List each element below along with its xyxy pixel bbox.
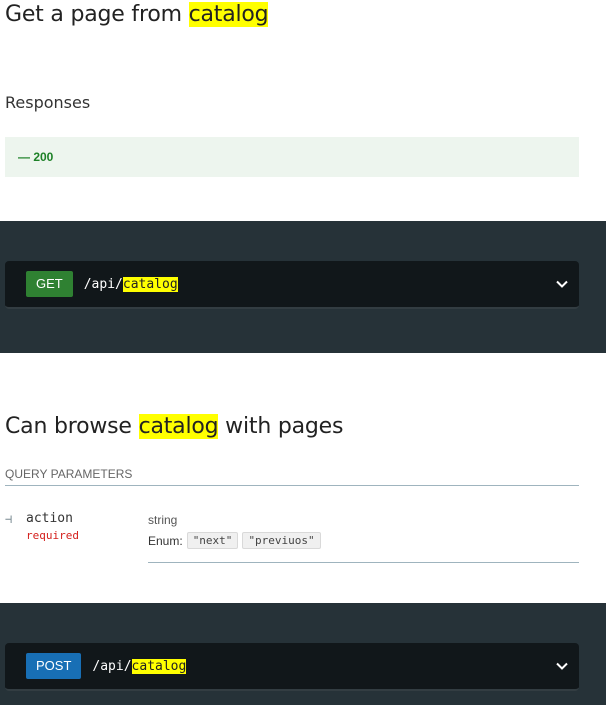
path-highlight: catalog [122, 276, 178, 292]
title-suffix: with pages [218, 414, 344, 439]
endpoint-toggle-get[interactable]: GET /api/catalog [5, 261, 579, 309]
title-highlight: catalog [188, 2, 269, 27]
endpoint-path: /api/catalog [92, 658, 187, 674]
param-detail-cell: string Enum: "next" "previuos" [148, 513, 579, 563]
param-name: action [26, 511, 73, 526]
operation-title-get: Get a page from catalog [5, 2, 269, 27]
tree-branch-icon: ⊣ [5, 512, 13, 526]
param-required-label: required [26, 529, 79, 542]
operation-title-post: Can browse catalog with pages [5, 414, 343, 439]
title-highlight: catalog [138, 414, 219, 439]
path-prefix: /api/ [83, 276, 123, 292]
param-type: string [148, 513, 178, 527]
endpoint-path: /api/catalog [83, 276, 178, 292]
query-parameters-heading: QUERY PARAMETERS [5, 467, 579, 486]
path-highlight: catalog [131, 658, 187, 674]
response-code: — 200 [18, 150, 54, 164]
http-method-badge: GET [26, 271, 73, 297]
chevron-down-icon[interactable] [555, 659, 569, 673]
chevron-down-icon[interactable] [555, 277, 569, 291]
path-prefix: /api/ [92, 658, 132, 674]
http-method-badge: POST [26, 653, 82, 679]
enum-label: Enum: [148, 533, 183, 548]
enum-value: "next" [186, 532, 239, 549]
response-200-row[interactable]: — 200 [5, 137, 579, 177]
enum-value: "previuos" [242, 532, 321, 549]
title-text: Get a page from [5, 2, 189, 27]
endpoint-toggle-post[interactable]: POST /api/catalog [5, 643, 579, 691]
enum-row: Enum: "next" "previuos" [148, 532, 325, 549]
responses-heading: Responses [5, 93, 91, 112]
title-text: Can browse [5, 414, 139, 439]
